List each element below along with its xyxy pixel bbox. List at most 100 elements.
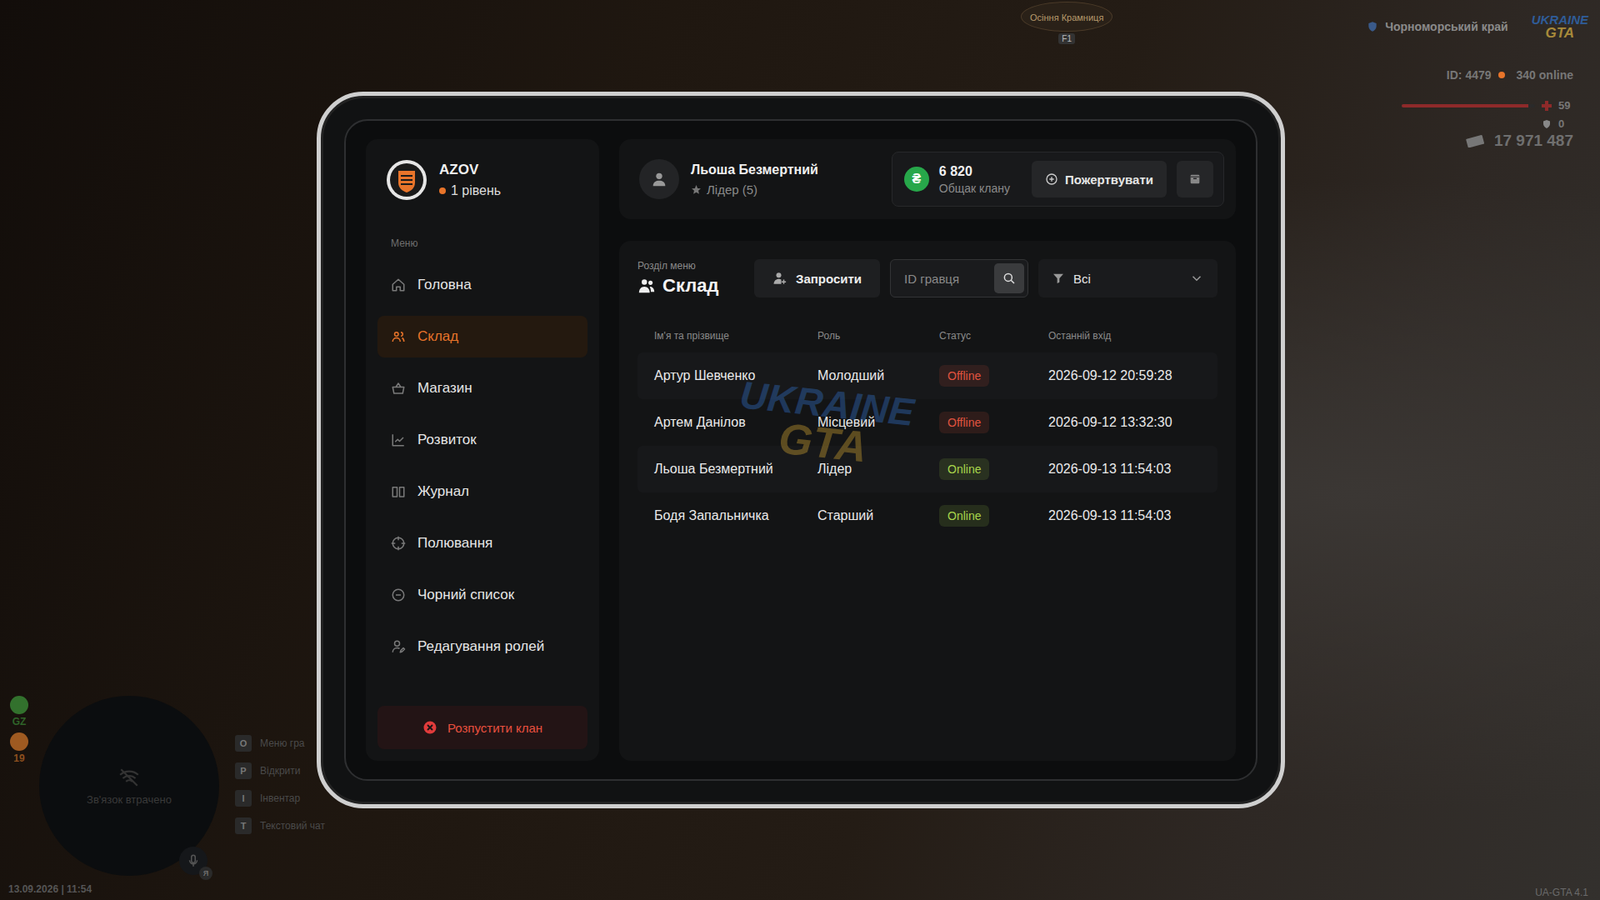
invite-button[interactable]: Запросити xyxy=(754,259,880,298)
sidebar-item[interactable]: Чорний список xyxy=(377,574,588,616)
member-last-login: 2026-09-12 20:59:28 xyxy=(1048,368,1201,384)
status-badge: Offline xyxy=(939,411,990,434)
box-icon xyxy=(1188,172,1202,186)
menu-item-icon xyxy=(390,535,406,551)
online-count: 340 online xyxy=(1516,68,1574,82)
menu-item-icon xyxy=(390,380,406,396)
health-fill xyxy=(1401,104,1529,108)
search-field[interactable] xyxy=(890,259,1029,298)
online-dot xyxy=(1498,71,1505,79)
treasury-info: 6 820Общак клану xyxy=(939,164,1010,195)
sidebar-item-label: Магазин xyxy=(417,380,473,397)
event-badge[interactable]: Осіння Крамниця F1 xyxy=(1020,1,1113,45)
sidebar: AZOV1 рівеньМенюГоловнаСкладМагазинРозви… xyxy=(365,139,600,761)
sidebar-item[interactable]: Головна xyxy=(377,264,588,306)
sidebar-item[interactable]: Склад xyxy=(377,315,588,358)
currency-icon: ₴ xyxy=(904,166,930,192)
sidebar-menu: Головна Склад Магазин Розвиток Журнал Полюван… xyxy=(377,264,588,668)
treasury-label: Общак клану xyxy=(939,181,1010,195)
armor: 0 xyxy=(1535,117,1574,130)
armor-value: 0 xyxy=(1558,117,1574,130)
key-hint: TТекстовий чат xyxy=(235,817,325,835)
hint-key: P xyxy=(235,762,252,780)
member-role: Місцевий xyxy=(817,415,935,430)
tablet-screen: AZOV1 рівеньМенюГоловнаСкладМагазинРозви… xyxy=(344,119,1258,781)
member-name: Льоша Безмертний xyxy=(654,461,813,477)
armor-icon xyxy=(1541,119,1552,130)
sidebar-item[interactable]: Редагування ролей xyxy=(377,625,588,668)
hint-label: Відкрити xyxy=(260,765,301,777)
member-status-cell: Online xyxy=(939,458,1044,480)
donate-button[interactable]: Пожертвувати xyxy=(1031,160,1167,198)
column-header: Роль xyxy=(817,330,935,342)
table-row[interactable]: Артур ШевченкоМолодшийOffline2026-09-12 … xyxy=(637,352,1218,400)
logo-bottom: GTA xyxy=(1545,25,1575,40)
clan-logo-icon xyxy=(385,159,428,201)
sidebar-item-label: Склад xyxy=(417,328,459,345)
hint-label: Інвентар xyxy=(260,792,300,805)
money-value: 17 971 487 xyxy=(1494,131,1574,150)
hint-key: O xyxy=(235,735,252,752)
user-role: Лідер (5) xyxy=(690,182,819,197)
star-icon xyxy=(690,184,702,195)
donate-label: Пожертвувати xyxy=(1065,172,1154,187)
table-row[interactable]: Бодя ЗапальничкаСтаршийOnline2026-09-13 … xyxy=(637,492,1218,540)
plus-circle-icon xyxy=(1045,172,1059,186)
minimap-text: Зв'язок втрачено xyxy=(83,793,175,806)
menu-item-icon xyxy=(390,277,406,293)
table-row[interactable]: Льоша БезмертнийЛідерOnline2026-09-13 11… xyxy=(637,445,1218,493)
sidebar-item[interactable]: Магазин xyxy=(377,367,588,410)
sidebar-item-label: Полювання xyxy=(417,535,493,552)
indicators: GZ19 xyxy=(10,695,29,765)
hint-label: Текстовий чат xyxy=(260,820,325,832)
sidebar-item-label: Чорний список xyxy=(417,586,515,604)
event-key: F1 xyxy=(1058,33,1075,45)
user-name: Льоша Безмертний xyxy=(690,162,819,178)
indicator-icon xyxy=(10,732,29,751)
dissolve-button[interactable]: Розпустити клан xyxy=(377,705,588,750)
game-screen: Осіння КрамницяF1Чорноморський крайUKRAI… xyxy=(0,0,1600,900)
menu-item-icon xyxy=(390,432,406,448)
status-badge: Online xyxy=(939,505,990,527)
watermark-bottom: GTA xyxy=(776,417,869,468)
filter-icon xyxy=(1051,271,1065,285)
hint-key: I xyxy=(235,790,252,807)
filter-dropdown[interactable]: Всі xyxy=(1038,259,1218,298)
storage-button[interactable] xyxy=(1176,160,1214,198)
menu-item-icon xyxy=(390,329,406,345)
member-role: Лідер xyxy=(817,461,935,477)
health-bar xyxy=(1401,104,1535,108)
user-info: Льоша Безмертний Лідер (5) xyxy=(690,162,819,197)
member-status-cell: Offline xyxy=(939,365,1044,387)
member-name: Бодя Запальничка xyxy=(654,508,813,524)
member-role: Молодший xyxy=(817,368,935,384)
event-title: Осіння Крамниця xyxy=(1030,12,1104,23)
sidebar-item-label: Головна xyxy=(417,276,472,294)
user-icon xyxy=(650,170,669,189)
treasury: ₴ 6 820Общак клану Пожертвувати xyxy=(891,151,1225,207)
people-icon xyxy=(637,276,656,295)
sidebar-item[interactable]: Розвиток xyxy=(377,419,588,461)
clan-header: AZOV1 рівень xyxy=(377,159,588,201)
members-section: Розділ меню СкладЗапроситиВсіІм'я та прі… xyxy=(619,240,1236,761)
clan-info: AZOV1 рівень xyxy=(439,161,501,199)
datetime: 13.09.2026 | 11:54 xyxy=(8,883,92,895)
sidebar-item-label: Журнал xyxy=(417,483,470,500)
search-button[interactable] xyxy=(994,263,1025,294)
search-input[interactable] xyxy=(902,270,990,287)
table-row[interactable]: Артем Данілов Місцевий Offline 2026-09-12 1… xyxy=(637,399,1218,446)
health-value: 59 xyxy=(1558,99,1574,112)
voice-button[interactable]: Я xyxy=(179,846,208,875)
member-name: Артем Данілов xyxy=(654,415,813,430)
section-header: Розділ меню СкладЗапроситиВсі xyxy=(637,259,1218,298)
sidebar-item-label: Редагування ролей xyxy=(417,638,545,655)
member-last-login: 2026-09-13 11:54:03 xyxy=(1048,461,1201,477)
member-last-login: 2026-09-12 13:32:30 xyxy=(1048,415,1201,430)
version: UA-GTA 4.1 xyxy=(1535,886,1589,899)
search-icon xyxy=(1001,270,1017,286)
sidebar-item[interactable]: Журнал xyxy=(377,470,588,513)
status-badge: Offline xyxy=(939,365,990,387)
sidebar-item[interactable]: Полювання xyxy=(377,522,588,565)
watermark-top: UKRAINE xyxy=(738,376,916,431)
member-status-cell: Online xyxy=(939,505,1044,527)
